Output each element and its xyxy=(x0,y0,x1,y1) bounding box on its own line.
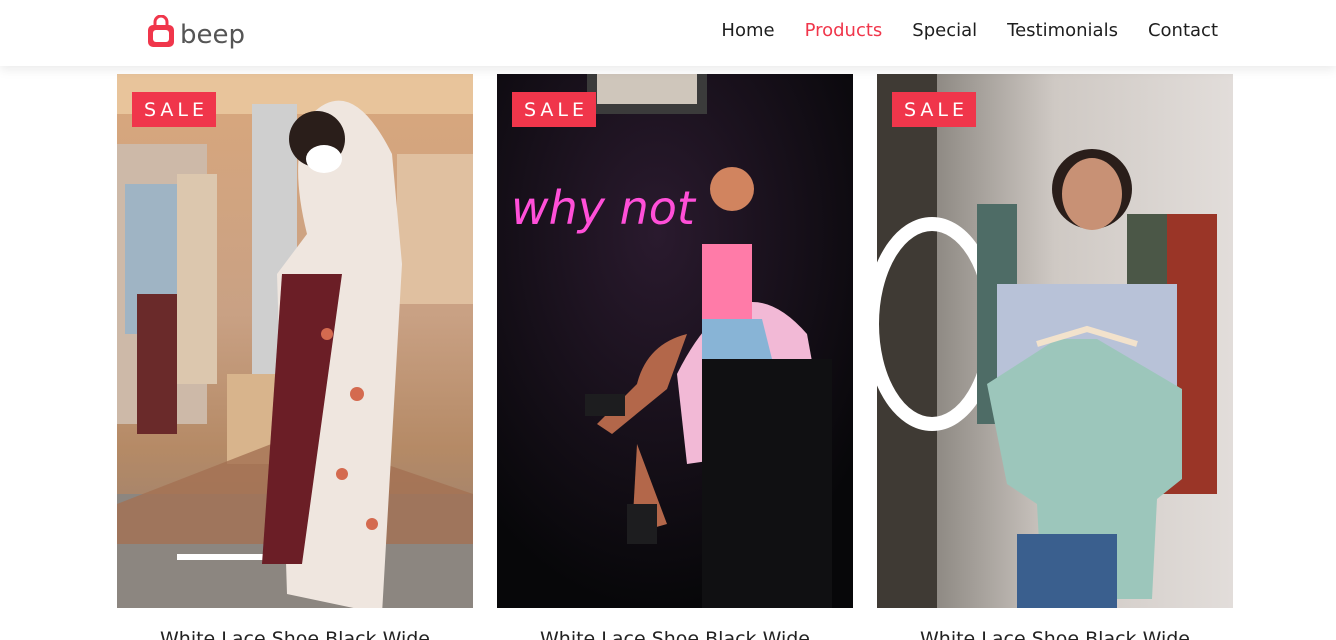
shopping-bag-icon xyxy=(148,15,174,47)
product-card[interactable]: why not SALE xyxy=(497,74,853,608)
nav-products[interactable]: Products xyxy=(805,20,883,41)
sale-badge: SALE xyxy=(512,92,596,127)
nav-contact[interactable]: Contact xyxy=(1148,20,1218,41)
product-card[interactable]: SALE xyxy=(117,74,473,608)
product-title[interactable]: White Lace Shoe Black Wide xyxy=(877,628,1233,640)
brand-logo[interactable]: beep xyxy=(146,14,245,50)
product-title[interactable]: White Lace Shoe Black Wide xyxy=(497,628,853,640)
product-image[interactable]: why not xyxy=(497,74,853,608)
product-image[interactable] xyxy=(117,74,473,608)
main-nav: Home Products Special Testimonials Conta… xyxy=(721,20,1218,41)
product-title[interactable]: White Lace Shoe Black Wide xyxy=(117,628,473,640)
nav-testimonials[interactable]: Testimonials xyxy=(1007,20,1118,41)
site-header: beep Home Products Special Testimonials … xyxy=(0,0,1336,66)
product-card[interactable]: SALE xyxy=(877,74,1233,608)
nav-special[interactable]: Special xyxy=(912,20,977,41)
brand-name: beep xyxy=(180,20,245,50)
sale-badge: SALE xyxy=(132,92,216,127)
product-titles: White Lace Shoe Black Wide White Lace Sh… xyxy=(117,628,1233,640)
product-image[interactable] xyxy=(877,74,1233,608)
sale-badge: SALE xyxy=(892,92,976,127)
neon-sign: why not xyxy=(511,181,697,235)
nav-home[interactable]: Home xyxy=(721,20,774,41)
product-grid: SALE why not SALE SALE xyxy=(117,74,1233,608)
